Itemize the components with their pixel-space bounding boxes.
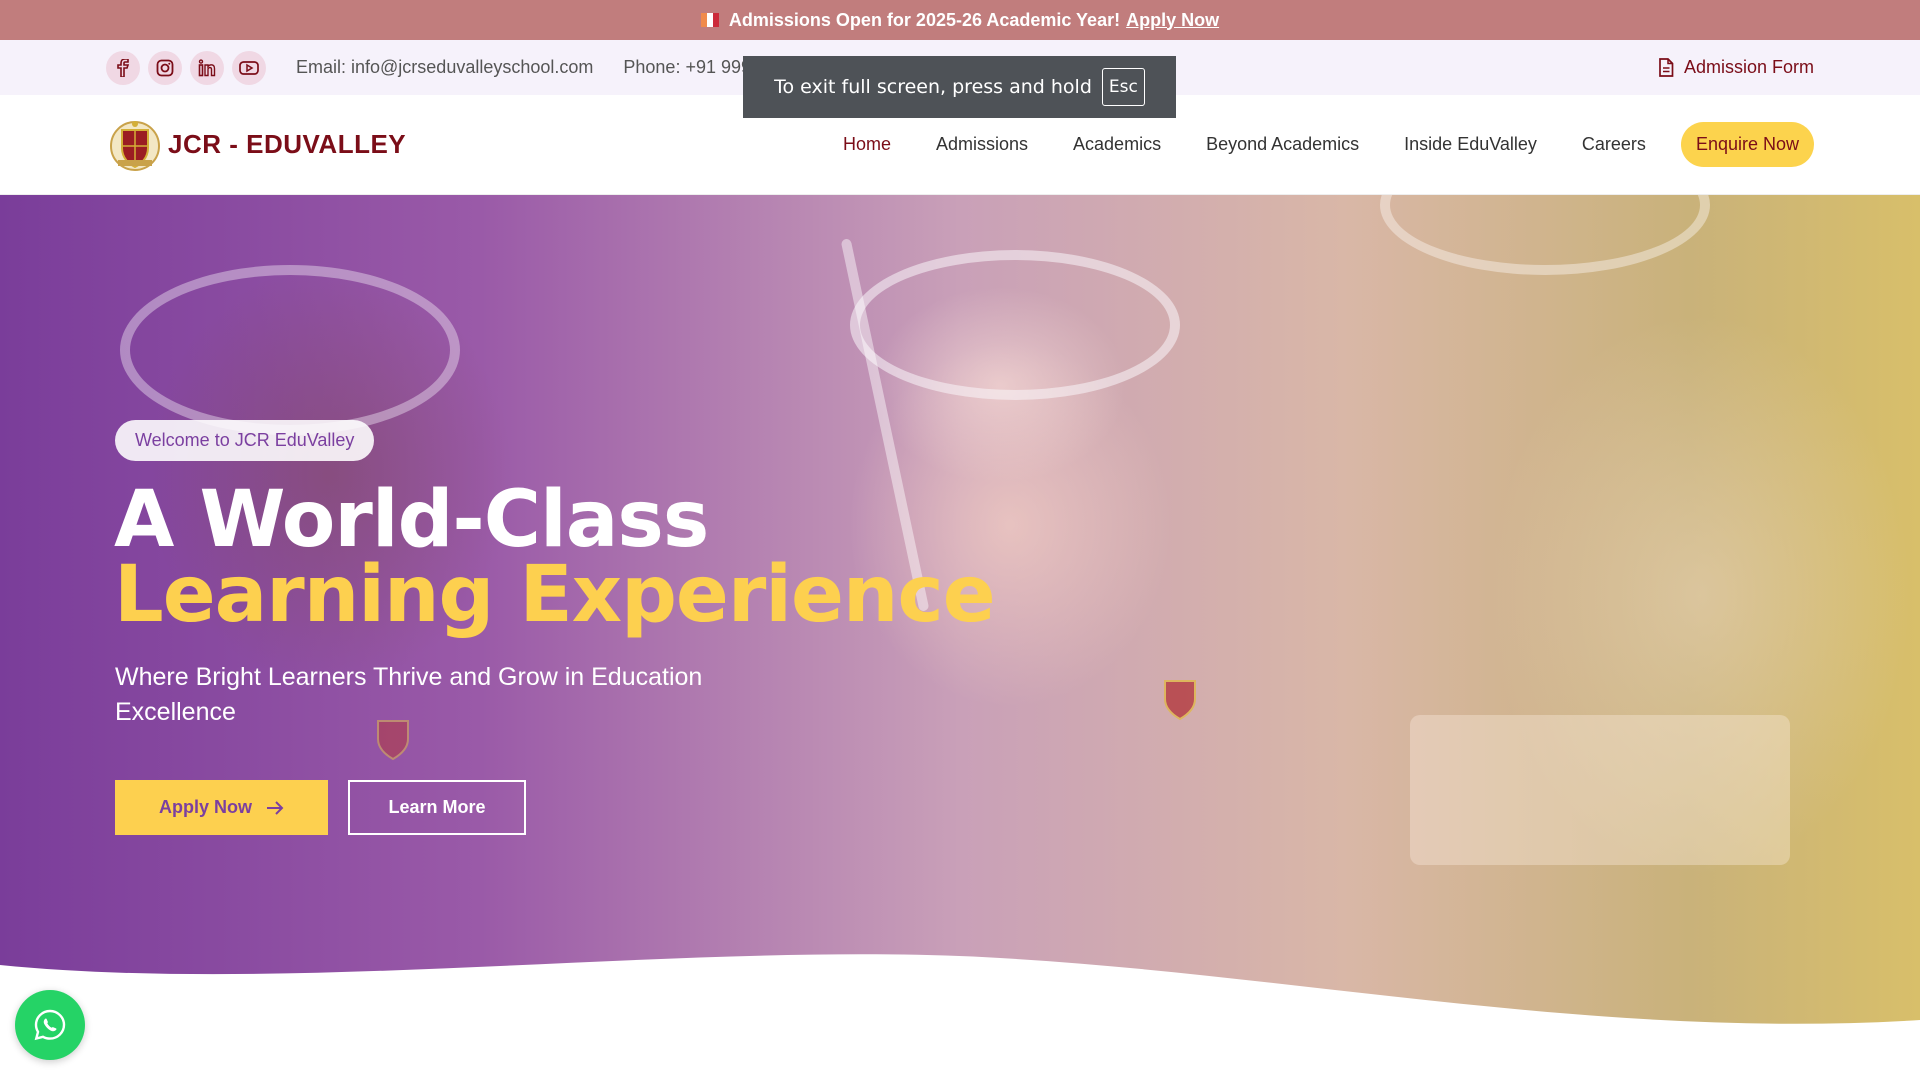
hero-title-line2: Learning Experience [114, 550, 996, 640]
hero-bottom-wave [0, 954, 1920, 1080]
welcome-badge: Welcome to JCR EduValley [115, 420, 375, 461]
hero-photo-goggles-left [120, 265, 460, 435]
brand-logo-link[interactable]: JCR - EDUVALLEY [110, 116, 406, 174]
hero-subtitle: Where Bright Learners Thrive and Grow in… [115, 663, 703, 726]
announcement-bar: Admissions Open for 2025-26 Academic Yea… [0, 0, 1920, 40]
nav-inside-eduvalley[interactable]: Inside EduValley [1404, 134, 1537, 155]
nav-admissions[interactable]: Admissions [936, 134, 1028, 155]
hero-photo-beakers [1410, 715, 1790, 865]
school-crest-icon [110, 120, 160, 171]
contact-email[interactable]: Email: info@jcrseduvalleyschool.com [296, 57, 593, 78]
brand-name: JCR - EDUVALLEY [168, 129, 407, 159]
hero-apply-label: Apply Now [159, 797, 252, 817]
hero-section: Welcome to JCR EduValley A World-Class L… [0, 195, 1920, 1080]
announcement-apply-link[interactable]: Apply Now [1126, 10, 1219, 31]
facebook-icon[interactable] [106, 50, 140, 85]
whatsapp-icon [34, 1009, 66, 1041]
social-links [106, 50, 266, 85]
whatsapp-chat-button[interactable] [15, 990, 85, 1060]
announcement-text: Admissions Open for 2025-26 Academic Yea… [728, 9, 1121, 30]
arrow-right-icon [267, 800, 284, 815]
hero-photo-goggles-center [850, 250, 1180, 400]
instagram-icon[interactable] [148, 50, 182, 85]
linkedin-icon[interactable] [190, 50, 224, 85]
watermark-crest-icon [1164, 680, 1196, 721]
nav-home[interactable]: Home [843, 134, 891, 155]
admission-form-link[interactable]: Admission Form [1658, 57, 1814, 78]
india-flag-icon [700, 13, 719, 27]
esc-key-label: Esc [1101, 68, 1145, 106]
youtube-icon[interactable] [232, 50, 266, 85]
main-menu: Home Admissions Academics Beyond Academi… [843, 122, 1814, 167]
nav-academics[interactable]: Academics [1073, 134, 1161, 155]
fullscreen-toast-text: To exit full screen, press and hold [774, 76, 1092, 98]
hero-learn-more-button[interactable]: Learn More [348, 780, 526, 835]
document-icon [1659, 58, 1674, 77]
admission-form-label: Admission Form [1683, 57, 1814, 77]
enquire-now-button[interactable]: Enquire Now [1680, 122, 1814, 167]
fullscreen-exit-toast: To exit full screen, press and hold Esc [743, 56, 1176, 118]
nav-careers[interactable]: Careers [1582, 134, 1646, 155]
nav-beyond-academics[interactable]: Beyond Academics [1206, 134, 1359, 155]
hero-apply-button[interactable]: Apply Now [115, 780, 328, 835]
